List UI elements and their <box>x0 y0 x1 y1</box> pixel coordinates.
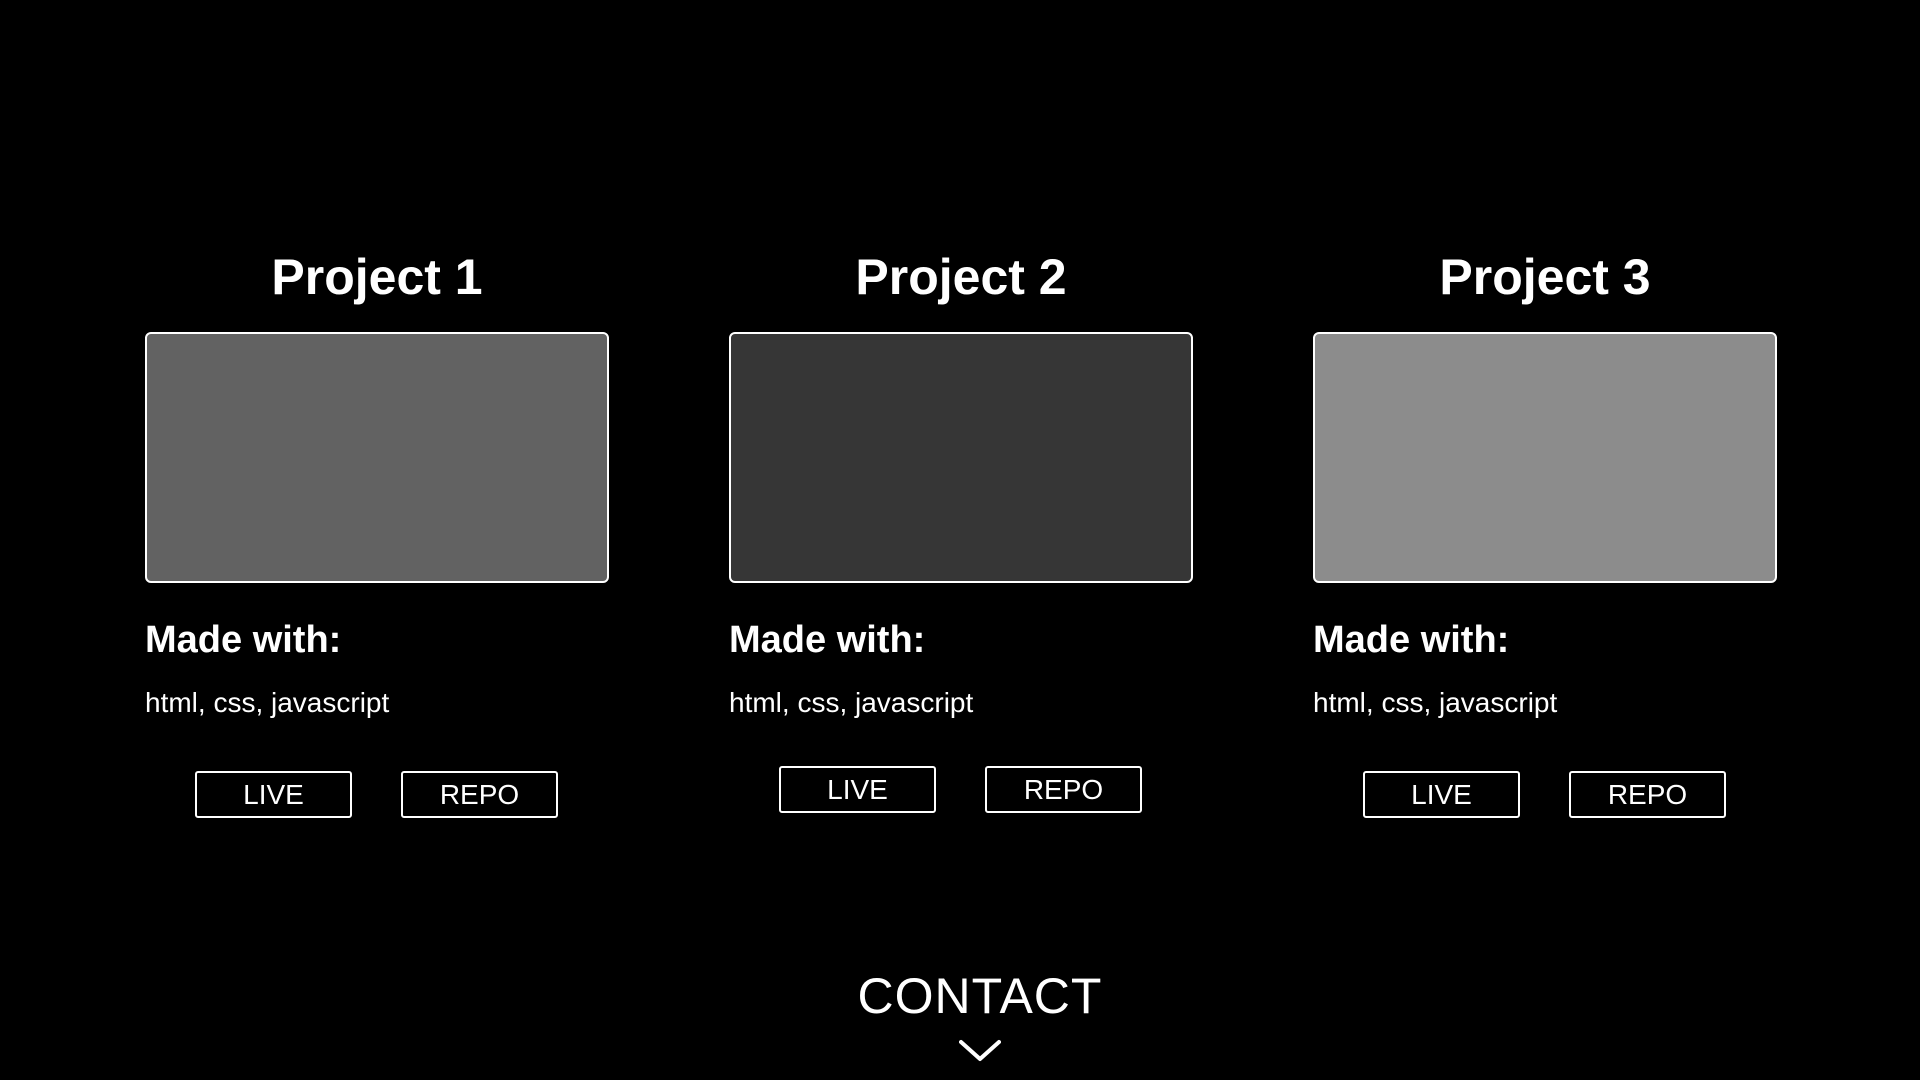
live-button[interactable]: LIVE <box>195 771 352 818</box>
project-card-3: Project 3 Made with: html, css, javascri… <box>1313 246 1777 819</box>
made-with-label: Made with: <box>145 619 342 661</box>
tech-stack: html, css, javascript <box>729 687 974 718</box>
made-with-label: Made with: <box>729 619 926 661</box>
project-title: Project 2 <box>855 249 1067 305</box>
repo-button[interactable]: REPO <box>401 771 558 818</box>
repo-button[interactable]: REPO <box>1569 771 1726 818</box>
live-button[interactable]: LIVE <box>1363 771 1520 818</box>
made-with-label: Made with: <box>1313 619 1510 661</box>
project-card-2: Project 2 Made with: html, css, javascri… <box>729 246 1193 814</box>
projects-page: Project 1 Made with: html, css, javascri… <box>0 0 1920 1080</box>
repo-button[interactable]: REPO <box>985 766 1142 813</box>
project-card-1: Project 1 Made with: html, css, javascri… <box>145 246 609 819</box>
tech-stack: html, css, javascript <box>1313 687 1558 718</box>
project-buttons: LIVE REPO <box>1313 771 1777 819</box>
chevron-down-icon[interactable] <box>959 1039 1001 1063</box>
project-title: Project 1 <box>271 249 483 305</box>
project-buttons: LIVE REPO <box>145 771 609 819</box>
project-thumbnail[interactable] <box>729 332 1193 583</box>
contact-link[interactable]: CONTACT <box>0 966 1920 1026</box>
project-buttons: LIVE REPO <box>729 766 1193 814</box>
tech-stack: html, css, javascript <box>145 687 390 718</box>
project-thumbnail[interactable] <box>1313 332 1777 583</box>
live-button[interactable]: LIVE <box>779 766 936 813</box>
project-title: Project 3 <box>1439 249 1651 305</box>
project-thumbnail[interactable] <box>145 332 609 583</box>
